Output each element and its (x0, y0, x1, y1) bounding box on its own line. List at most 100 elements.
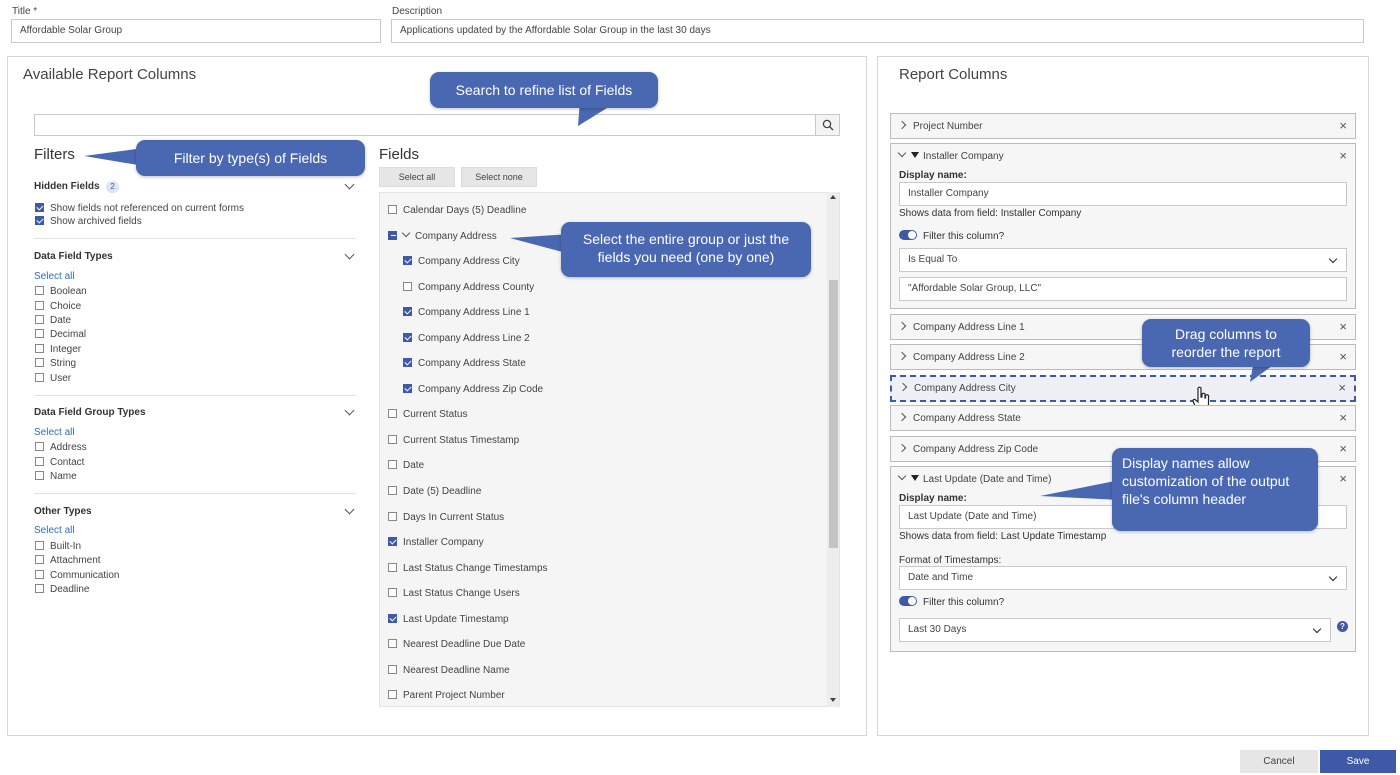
fields-search-input[interactable] (34, 114, 816, 136)
field-item[interactable]: Company Address County (403, 281, 534, 293)
field-item[interactable]: Days In Current Status (388, 511, 504, 523)
display-name-input[interactable]: Installer Company (899, 182, 1347, 206)
close-icon[interactable]: × (1339, 350, 1347, 363)
scroll-down-icon[interactable] (830, 698, 836, 702)
select-all-button[interactable]: Select all (379, 167, 455, 187)
column-title: Company Address Line 1 (913, 322, 1025, 333)
operator-select[interactable]: Is Equal To (899, 248, 1347, 272)
field-item[interactable]: Current Status Timestamp (388, 434, 520, 446)
help-icon[interactable]: ? (1337, 621, 1348, 632)
filter-value-input[interactable]: "Affordable Solar Group, LLC" (899, 277, 1347, 301)
checkbox-icon (35, 357, 44, 367)
filter-toggle[interactable]: Filter this column? (899, 230, 1004, 242)
display-name-label: Display name: (899, 170, 967, 181)
option-user[interactable]: User (35, 372, 71, 384)
callout-pointer (84, 148, 144, 166)
checkbox-icon (388, 459, 397, 469)
cancel-button[interactable]: Cancel (1240, 750, 1318, 773)
field-item[interactable]: Date (388, 459, 424, 471)
chevron-right-icon[interactable] (898, 382, 908, 392)
search-button[interactable] (815, 114, 840, 136)
field-item[interactable]: Company Address City (403, 255, 520, 267)
fields-scrollbar-thumb[interactable] (829, 280, 838, 548)
field-item[interactable]: Installer Company (388, 536, 484, 548)
field-label: Last Update Timestamp (403, 614, 509, 625)
close-icon[interactable]: × (1339, 442, 1347, 455)
range-select[interactable]: Last 30 Days (899, 618, 1331, 642)
option-name[interactable]: Name (35, 470, 77, 482)
format-select[interactable]: Date and Time (899, 566, 1347, 590)
scroll-up-icon[interactable] (830, 195, 836, 199)
toggle-icon[interactable] (899, 596, 917, 607)
save-button[interactable]: Save (1320, 750, 1396, 773)
chevron-down-icon[interactable] (897, 148, 907, 158)
field-item[interactable]: Last Status Change Timestamps (388, 562, 548, 574)
checkbox-icon (35, 372, 44, 382)
close-icon[interactable]: × (1339, 119, 1347, 132)
option-attachment[interactable]: Attachment (35, 554, 101, 566)
option-decimal[interactable]: Decimal (35, 328, 86, 340)
report-column-city-dragging[interactable]: Company Address City × (890, 375, 1356, 402)
checkbox-icon (35, 441, 44, 451)
chevron-right-icon[interactable] (897, 351, 907, 361)
option-deadline[interactable]: Deadline (35, 583, 89, 595)
report-column-state[interactable]: Company Address State × (890, 405, 1356, 431)
option-label: Address (50, 442, 87, 453)
chevron-right-icon[interactable] (897, 120, 907, 130)
title-input[interactable]: Affordable Solar Group (11, 19, 381, 43)
field-item[interactable]: Company Address Zip Code (403, 383, 543, 395)
callout-display-names: Display names allow customization of the… (1112, 448, 1318, 531)
option-built-in[interactable]: Built-In (35, 540, 81, 552)
close-icon[interactable]: × (1339, 411, 1347, 424)
field-item[interactable]: Nearest Deadline Name (388, 664, 510, 676)
chevron-down-icon[interactable] (401, 228, 411, 238)
checkbox-icon (388, 511, 397, 521)
option-show-archived[interactable]: Show archived fields (35, 215, 142, 227)
option-integer[interactable]: Integer (35, 343, 81, 355)
checkbox-icon (388, 613, 397, 623)
chevron-right-icon[interactable] (897, 443, 907, 453)
field-item[interactable]: Last Status Change Users (388, 587, 520, 599)
option-show-unreferenced[interactable]: Show fields not referenced on current fo… (35, 202, 244, 214)
chevron-right-icon[interactable] (897, 321, 907, 331)
field-item[interactable]: Company Address Line 1 (403, 306, 530, 318)
field-group-company-address[interactable]: Company Address (388, 228, 497, 242)
chevron-right-icon[interactable] (897, 412, 907, 422)
close-icon[interactable]: × (1339, 320, 1347, 333)
checkbox-icon (35, 285, 44, 295)
select-none-button[interactable]: Select none (461, 167, 537, 187)
divider (34, 395, 356, 396)
field-item[interactable]: Calendar Days (5) Deadline (388, 204, 527, 216)
field-item[interactable]: Nearest Deadline Due Date (388, 638, 525, 650)
data-field-types-select-all[interactable]: Select all (34, 271, 75, 282)
toggle-icon[interactable] (899, 230, 917, 241)
shows-data-text: Shows data from field: Last Update Times… (899, 531, 1107, 542)
field-item[interactable]: Company Address State (403, 357, 526, 369)
close-icon[interactable]: × (1339, 149, 1347, 162)
option-boolean[interactable]: Boolean (35, 285, 87, 297)
field-item[interactable]: Parent Project Number (388, 689, 505, 701)
option-contact[interactable]: Contact (35, 456, 84, 468)
field-label: Current Status Timestamp (403, 435, 520, 446)
other-types-select-all[interactable]: Select all (34, 525, 75, 536)
option-date[interactable]: Date (35, 314, 71, 326)
close-icon[interactable]: × (1338, 381, 1346, 394)
filter-toggle[interactable]: Filter this column? (899, 596, 1004, 608)
chevron-down-icon[interactable] (897, 471, 907, 481)
option-address[interactable]: Address (35, 441, 87, 453)
field-label: Calendar Days (5) Deadline (403, 205, 527, 216)
field-item[interactable]: Company Address Line 2 (403, 332, 530, 344)
callout-drag: Drag columns to reorder the report (1142, 319, 1310, 367)
option-string[interactable]: String (35, 357, 76, 369)
report-column-project-number[interactable]: Project Number × (890, 113, 1356, 139)
field-item[interactable]: Date (5) Deadline (388, 485, 481, 497)
option-label: Communication (50, 570, 120, 581)
option-communication[interactable]: Communication (35, 569, 120, 581)
description-input[interactable]: Applications updated by the Affordable S… (391, 19, 1364, 43)
field-item[interactable]: Current Status (388, 408, 467, 420)
group-types-select-all[interactable]: Select all (34, 427, 75, 438)
option-choice[interactable]: Choice (35, 300, 81, 312)
close-icon[interactable]: × (1339, 472, 1347, 485)
field-item[interactable]: Last Update Timestamp (388, 613, 509, 625)
checkbox-icon (35, 314, 44, 324)
